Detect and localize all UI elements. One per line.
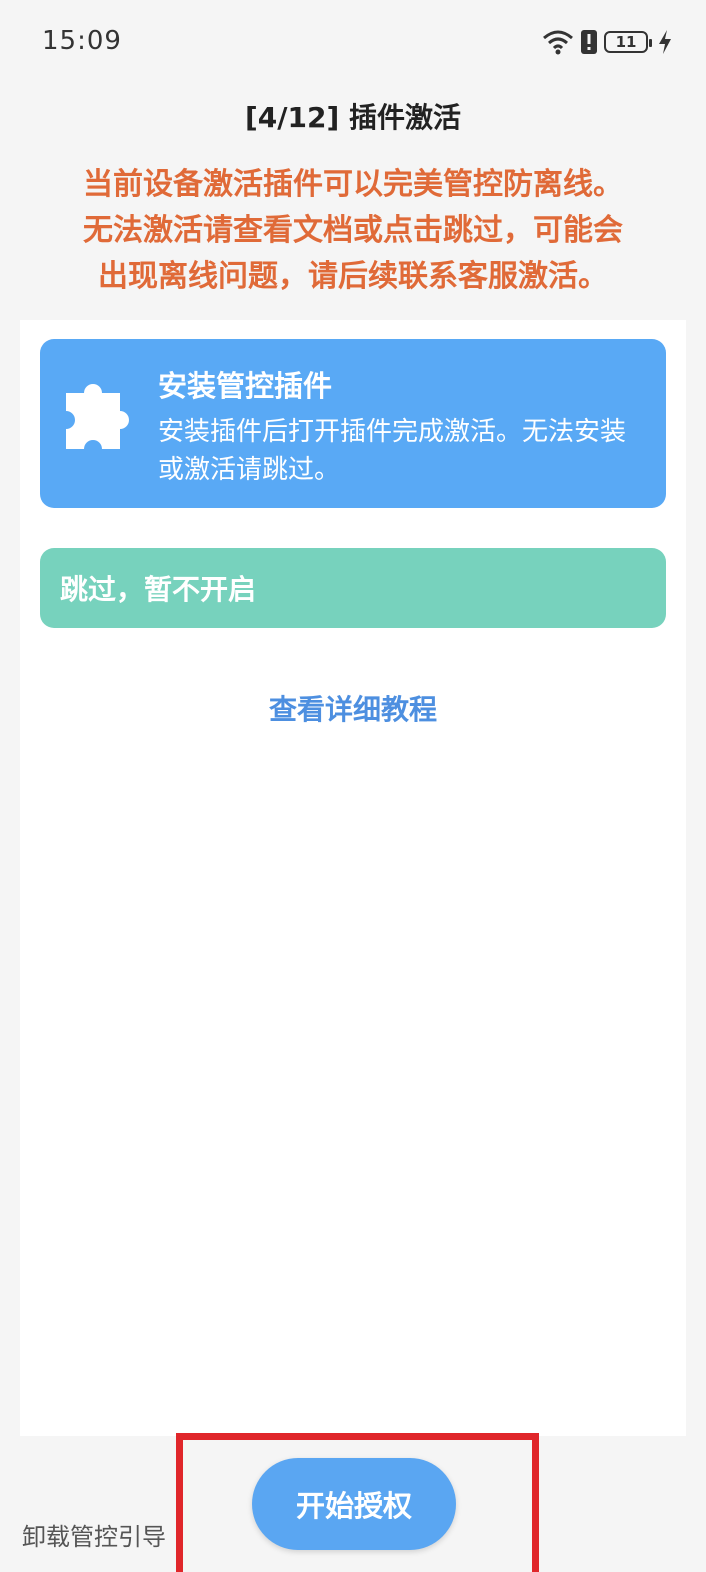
- install-plugin-card[interactable]: 安装管控插件 安装插件后打开插件完成激活。无法安装或激活请跳过。: [40, 339, 666, 508]
- start-authorization-button[interactable]: 开始授权: [252, 1458, 456, 1550]
- charging-icon: [659, 30, 671, 54]
- status-bar: 15:09 11: [0, 0, 706, 76]
- uninstall-guide-link[interactable]: 卸载管控引导: [22, 1517, 166, 1552]
- wifi-icon: [543, 30, 573, 55]
- status-time: 15:09: [42, 26, 122, 56]
- status-icons: 11: [542, 26, 672, 58]
- skip-button[interactable]: 跳过，暂不开启: [40, 548, 666, 628]
- install-card-title: 安装管控插件: [158, 369, 333, 403]
- battery-level: 11: [615, 33, 637, 51]
- warning-line: 当前设备激活插件可以完美管控防离线。: [83, 167, 623, 202]
- battery-icon: 11: [604, 31, 652, 53]
- activation-warning: 当前设备激活插件可以完美管控防离线。 无法激活请查看文档或点击跳过，可能会 出现…: [20, 162, 686, 300]
- warning-line: 无法激活请查看文档或点击跳过，可能会: [83, 213, 623, 248]
- page-title: [4/12] 插件激活: [244, 101, 462, 134]
- install-card-description: 安装插件后打开插件完成激活。无法安装或激活请跳过。: [158, 417, 627, 485]
- warning-line: 出现离线问题，请后续联系客服激活。: [98, 259, 608, 294]
- view-tutorial-link[interactable]: 查看详细教程: [0, 688, 706, 728]
- puzzle-icon: [66, 384, 129, 449]
- alert-icon: [581, 30, 597, 54]
